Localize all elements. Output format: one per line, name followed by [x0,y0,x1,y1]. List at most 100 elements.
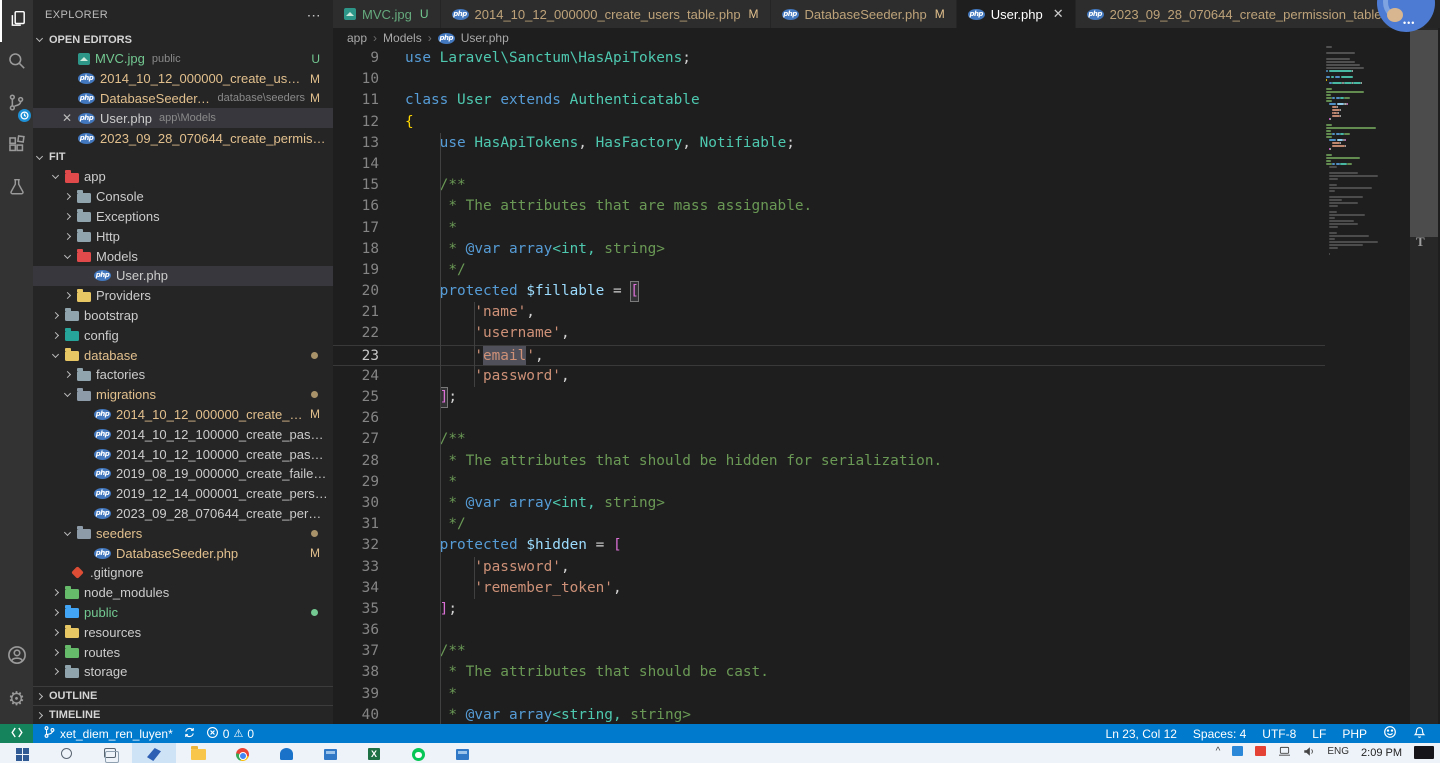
start-button[interactable] [0,743,44,763]
tree-item-providers[interactable]: Providers [33,286,333,306]
tab-user-php[interactable]: User.php✕ [957,0,1076,28]
explorer-activity-button[interactable] [0,0,33,42]
tree-item-seeders[interactable]: seeders [33,523,333,543]
tab-2014-10-12-000000-create-users-table-php[interactable]: 2014_10_12_000000_create_users_table.php… [441,0,771,28]
outline-section-header[interactable]: OUTLINE [33,686,333,705]
testing-activity-button[interactable] [0,168,33,210]
code-editor[interactable]: 9use Laravel\Sanctum\HasApiTokens;1011cl… [333,48,1325,724]
code-line-24[interactable]: 24 'password', [333,366,1325,387]
close-icon[interactable]: ✕ [1053,6,1064,22]
code-line-38[interactable]: 38 * The attributes that should be cast. [333,662,1325,683]
tree-item-routes[interactable]: routes [33,642,333,662]
code-line-12[interactable]: 12{ [333,112,1325,133]
code-line-36[interactable]: 36 [333,620,1325,641]
code-line-26[interactable]: 26 [333,408,1325,429]
tree-item-2014-10-12-100000-create-password-reset[interactable]: 2014_10_12_100000_create_password_reset.… [33,424,333,444]
sync-button[interactable] [183,726,196,742]
tree-item-exceptions[interactable]: Exceptions [33,207,333,227]
code-line-13[interactable]: 13 use HasApiTokens, HasFactory, Notifia… [333,133,1325,154]
tree-item-user-php[interactable]: User.php [33,266,333,286]
tree-item-gitignore[interactable]: .gitignore [33,563,333,583]
blue-window-app-button[interactable] [308,743,352,763]
tab-databaseseeder-php[interactable]: DatabaseSeeder.phpM [771,0,957,28]
breadcrumb-segment-models[interactable]: Models [383,31,422,45]
remote-indicator[interactable] [0,724,33,743]
notifications-bell-icon[interactable] [1413,726,1426,742]
code-line-34[interactable]: 34 'remember_token', [333,578,1325,599]
code-line-9[interactable]: 9use Laravel\Sanctum\HasApiTokens; [333,48,1325,69]
excel-button[interactable]: X [352,743,396,763]
open-editor-user-php[interactable]: ✕User.phpapp\Models [33,108,333,128]
code-line-27[interactable]: 27 /** [333,429,1325,450]
tree-item-2019-12-14-000001-create-personal-acces[interactable]: 2019_12_14_000001_create_personal_acces.… [33,484,333,504]
code-line-29[interactable]: 29 * [333,472,1325,493]
tree-item-public[interactable]: public [33,603,333,623]
line-messenger-button[interactable] [396,743,440,763]
settings-button[interactable]: ⚙ [0,678,33,720]
tree-item-config[interactable]: config [33,325,333,345]
tree-item-databaseseeder-php[interactable]: DatabaseSeeder.phpM [33,543,333,563]
extensions-activity-button[interactable] [0,126,33,168]
blue-app-button[interactable] [440,743,484,763]
chrome-button[interactable] [220,743,264,763]
tree-item-bootstrap[interactable]: bootstrap [33,306,333,326]
open-editor-2023-09-28-070644-create-permission-tabl[interactable]: 2023_09_28_070644_create_permission_tabl… [33,128,333,148]
tree-item-2014-10-12-100000-create-password-reset[interactable]: 2014_10_12_100000_create_password_reset.… [33,444,333,464]
code-line-25[interactable]: 25 ]; [333,387,1325,408]
tree-item-http[interactable]: Http [33,226,333,246]
task-view-button[interactable] [88,743,132,763]
code-line-14[interactable]: 14 [333,154,1325,175]
tree-item-2023-09-28-070644-create-permission-tab[interactable]: 2023_09_28_070644_create_permission_tab.… [33,504,333,524]
timeline-section-header[interactable]: TIMELINE [33,705,333,724]
tree-item-2019-08-19-000000-create-failed-jobs-tabl[interactable]: 2019_08_19_000000_create_failed_jobs_tab… [33,464,333,484]
blue-drop-app-button[interactable] [264,743,308,763]
folder-root-section-header[interactable]: FIT [33,148,333,167]
tab-2023-09-28-070644-create-permission-tables-php[interactable]: 2023_09_28_070644_create_permission_tabl… [1076,0,1426,28]
close-icon[interactable]: ✕ [61,111,73,125]
minimap[interactable] [1326,46,1408,724]
tray-expand-icon[interactable]: ^ [1216,746,1221,757]
code-line-20[interactable]: 20 protected $fillable = [ [333,281,1325,302]
clock[interactable]: 2:09 PM [1361,747,1402,759]
tree-item-app[interactable]: app [33,167,333,187]
vertical-scrollbar[interactable]: T [1410,28,1438,724]
notification-center-button[interactable] [1414,746,1434,759]
tray-volume-icon[interactable] [1303,746,1315,760]
tree-item-node-modules[interactable]: node_modules [33,583,333,603]
code-line-28[interactable]: 28 * The attributes that should be hidde… [333,451,1325,472]
code-line-40[interactable]: 40 * @var array<string, string> [333,705,1325,724]
tree-item-models[interactable]: Models [33,246,333,266]
tree-item-2014-10-12-000000-create-users-tab[interactable]: 2014_10_12_000000_create_users_tab...M [33,405,333,425]
open-editor-2014-10-12-000000-create-users-table[interactable]: 2014_10_12_000000_create_users_table...M [33,69,333,89]
code-line-15[interactable]: 15 /** [333,175,1325,196]
code-line-37[interactable]: 37 /** [333,641,1325,662]
code-line-39[interactable]: 39 * [333,684,1325,705]
code-line-21[interactable]: 21 'name', [333,302,1325,323]
feedback-smiley-icon[interactable] [1383,725,1397,742]
language-mode[interactable]: PHP [1342,727,1367,741]
tree-item-storage[interactable]: storage [33,662,333,682]
breadcrumb-segment-app[interactable]: app [347,31,367,45]
tray-blue-app-icon[interactable] [1232,746,1243,756]
account-button[interactable] [0,636,33,678]
tree-item-migrations[interactable]: migrations [33,385,333,405]
tab-mvc-jpg[interactable]: MVC.jpgU [333,0,441,28]
code-line-22[interactable]: 22 'username', [333,323,1325,344]
code-line-35[interactable]: 35 ]; [333,599,1325,620]
git-branch-indicator[interactable]: xet_diem_ren_luyen* [43,725,173,742]
encoding-setting[interactable]: UTF-8 [1262,727,1296,741]
tray-red-app-icon[interactable] [1255,746,1266,756]
code-line-10[interactable]: 10 [333,69,1325,90]
tree-item-console[interactable]: Console [33,187,333,207]
code-line-33[interactable]: 33 'password', [333,557,1325,578]
open-editor-mvc-jpg[interactable]: MVC.jpgpublicU [33,49,333,69]
open-editor-databaseseeder-php[interactable]: DatabaseSeeder.phpdatabase\seedersM [33,89,333,109]
tree-item-factories[interactable]: factories [33,365,333,385]
code-line-19[interactable]: 19 */ [333,260,1325,281]
code-line-17[interactable]: 17 * [333,218,1325,239]
code-line-16[interactable]: 16 * The attributes that are mass assign… [333,196,1325,217]
problems-indicator[interactable]: 0 ⚠ 0 [206,726,254,742]
search-activity-button[interactable] [0,42,33,84]
explorer-more-actions-icon[interactable]: ⋯ [307,7,321,24]
code-line-11[interactable]: 11class User extends Authenticatable [333,90,1325,111]
